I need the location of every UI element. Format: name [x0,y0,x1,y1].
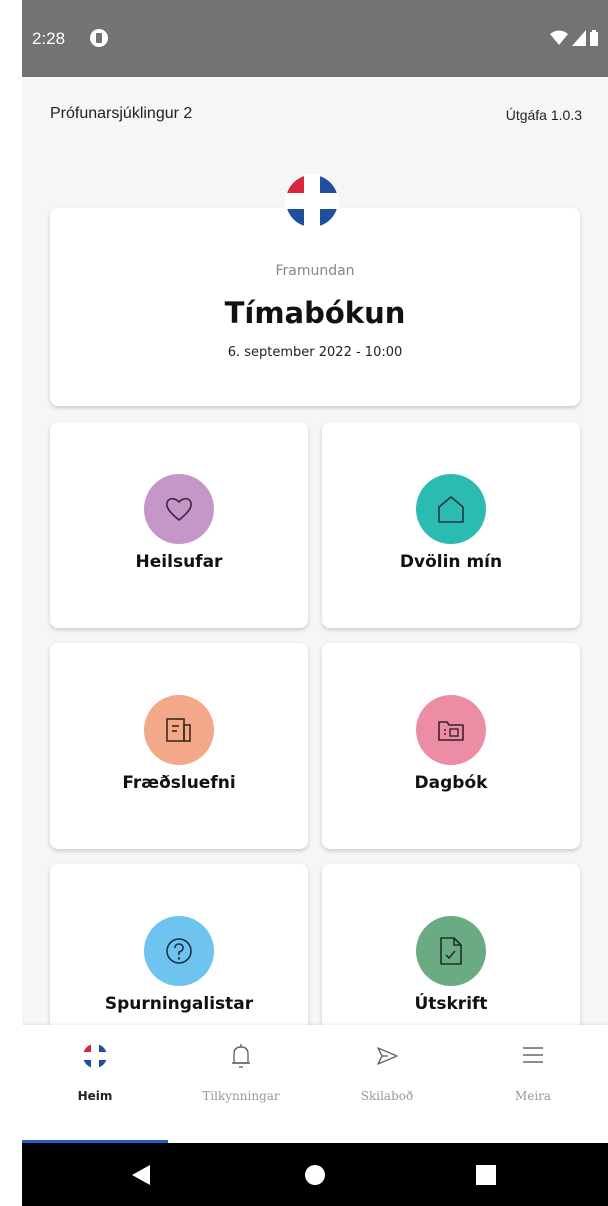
question-icon [144,916,214,986]
bell-icon [232,1044,250,1068]
home-circle-icon[interactable] [304,1164,326,1186]
heart-icon [144,474,214,544]
tile-label: Útskrift [414,994,488,1014]
nav-label: Heim [77,1089,113,1103]
tile-heilsufar[interactable]: Heilsufar [50,422,308,628]
tile-dvolin-min[interactable]: Dvölin mín [322,422,580,628]
home-logo-icon [82,1043,108,1069]
tile-label: Spurningalistar [104,994,254,1014]
system-navigation-bar [22,1143,608,1206]
tile-dagbok[interactable]: Dagbók [322,643,580,849]
tile-fraedsluefni[interactable]: Fræðsluefni [50,643,308,849]
battery-icon [590,30,598,46]
status-bar: 2:28 [22,0,608,77]
header: Prófunarsjúklingur 2 Útgáfa 1.0.3 [22,77,608,167]
nav-item-skilabod[interactable]: Skilaboð [314,1025,460,1143]
appointment-title: Tímabókun [224,296,406,330]
bottom-navigation: Heim Tilkynningar Skilaboð Meira [22,1025,608,1143]
recents-icon[interactable] [476,1165,496,1185]
nav-label: Tilkynningar [202,1089,280,1103]
signal-icon [572,30,586,46]
app-version: Útgáfa 1.0.3 [505,107,582,123]
appointment-card[interactable]: Framundan Tímabókun 6. september 2022 - … [50,208,580,406]
file-check-icon [416,916,486,986]
document-icon [144,695,214,765]
nav-label: Meira [514,1089,552,1103]
patient-name: Prófunarsjúklingur 2 [50,105,193,122]
tile-label: Fræðsluefni [122,773,236,793]
tile-label: Dagbók [414,773,488,793]
house-icon [416,474,486,544]
hospital-logo-icon [285,174,339,228]
folder-icon [416,695,486,765]
app-screen: 2:28 Prófunarsjúklingur 2 Útgáfa 1.0.3 F… [22,0,608,1206]
tile-label: Dvölin mín [399,552,503,572]
appointment-datetime: 6. september 2022 - 10:00 [227,345,403,360]
wifi-icon [550,30,568,45]
nav-item-heim[interactable]: Heim [22,1025,168,1143]
notification-app-icon [90,29,108,47]
nav-item-tilkynningar[interactable]: Tilkynningar [168,1025,314,1143]
status-time: 2:28 [32,29,66,48]
back-icon[interactable] [130,1163,152,1187]
send-icon [377,1047,398,1065]
menu-icon [523,1047,543,1063]
nav-item-meira[interactable]: Meira [460,1025,606,1143]
tile-label: Heilsufar [135,552,223,572]
upcoming-label: Framundan [275,263,355,279]
nav-label: Skilaboð [360,1089,414,1103]
status-icons [550,29,598,47]
